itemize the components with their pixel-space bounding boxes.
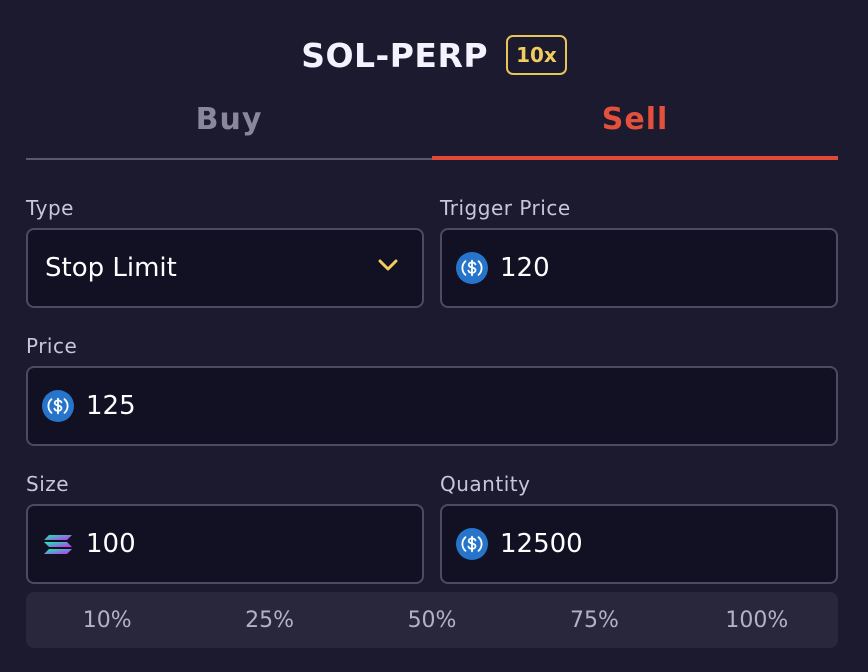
size-value: 100 bbox=[86, 529, 136, 559]
price-label: Price bbox=[26, 334, 78, 358]
size-label: Size bbox=[26, 472, 70, 496]
usdc-icon bbox=[456, 252, 488, 284]
percent-option-75[interactable]: 75% bbox=[513, 592, 675, 648]
tab-sell[interactable]: Sell bbox=[432, 96, 838, 160]
price-value: 125 bbox=[86, 391, 136, 421]
leverage-badge[interactable]: 10x bbox=[506, 35, 567, 75]
quantity-label: Quantity bbox=[440, 472, 531, 496]
market-title: SOL-PERP bbox=[301, 35, 489, 75]
sol-icon bbox=[44, 535, 72, 554]
usdc-icon bbox=[42, 390, 74, 422]
trigger-price-value: 120 bbox=[500, 253, 550, 283]
usdc-icon bbox=[456, 528, 488, 560]
order-type-value: Stop Limit bbox=[45, 253, 177, 283]
trigger-price-field[interactable]: 120 bbox=[440, 228, 838, 308]
price-field[interactable]: 125 bbox=[26, 366, 838, 446]
percent-option-25[interactable]: 25% bbox=[188, 592, 350, 648]
quantity-value: 12500 bbox=[500, 529, 583, 559]
percent-option-10[interactable]: 10% bbox=[26, 592, 188, 648]
quantity-field[interactable]: 12500 bbox=[440, 504, 838, 584]
type-label: Type bbox=[26, 196, 74, 220]
side-tabs: Buy Sell bbox=[26, 96, 838, 162]
tab-buy[interactable]: Buy bbox=[26, 96, 432, 160]
order-panel: SOL-PERP 10x Buy Sell Type Stop Limit Tr… bbox=[0, 0, 868, 672]
percent-selector: 10% 25% 50% 75% 100% bbox=[26, 592, 838, 648]
chevron-down-icon bbox=[378, 259, 398, 271]
percent-option-50[interactable]: 50% bbox=[351, 592, 513, 648]
market-header: SOL-PERP 10x bbox=[0, 32, 868, 78]
order-type-select[interactable]: Stop Limit bbox=[26, 228, 424, 308]
size-field[interactable]: 100 bbox=[26, 504, 424, 584]
percent-option-100[interactable]: 100% bbox=[676, 592, 838, 648]
trigger-price-label: Trigger Price bbox=[440, 196, 571, 220]
